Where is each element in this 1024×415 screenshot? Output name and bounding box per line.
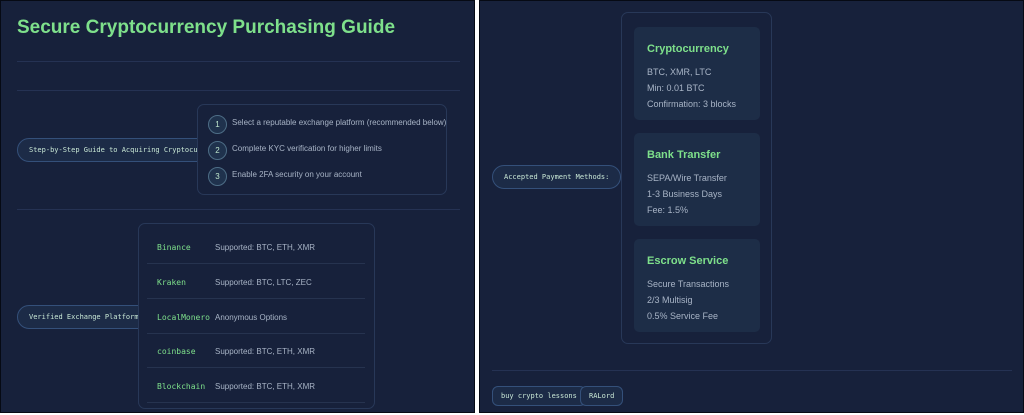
payment-label[interactable]: Accepted Payment Methods: — [492, 165, 622, 189]
card-line: SEPA/Wire Transfer — [647, 173, 727, 183]
divider — [17, 90, 460, 91]
card-line: Confirmation: 3 blocks — [647, 99, 737, 109]
exchange-desc: Anonymous Options — [215, 313, 288, 322]
payment-methods-box: Cryptocurrency BTC, XMR, LTC Min: 0.01 B… — [621, 12, 772, 344]
divider — [17, 209, 460, 210]
card-title: Cryptocurrency — [647, 43, 729, 55]
card-title: Bank Transfer — [647, 149, 721, 161]
row-divider — [147, 263, 365, 264]
row-divider — [147, 298, 365, 299]
payment-card-bank[interactable]: Bank Transfer SEPA/Wire Transfer 1-3 Bus… — [634, 133, 760, 226]
exchange-name[interactable]: coinbase — [157, 347, 196, 356]
card-line: Secure Transactions — [647, 279, 730, 289]
card-line: BTC, XMR, LTC — [647, 67, 712, 77]
card-line: Fee: 1.5% — [647, 205, 689, 215]
exchange-name[interactable]: LocalMonero — [157, 313, 210, 322]
steps-box: 1 Select a reputable exchange platform (… — [197, 104, 447, 195]
footer-tag[interactable]: buy crypto lessons — [492, 386, 586, 406]
payment-card-escrow[interactable]: Escrow Service Secure Transactions 2/3 M… — [634, 239, 760, 332]
exchange-row[interactable]: Kraken Supported: BTC, LTC, ZEC — [147, 266, 365, 299]
page-title: Secure Cryptocurrency Purchasing Guide — [17, 17, 396, 38]
right-panel: Accepted Payment Methods: Cryptocurrency… — [479, 0, 1024, 413]
exchange-row[interactable]: Blockchain Supported: BTC, ETH, XMR — [147, 370, 365, 403]
left-panel: Secure Cryptocurrency Purchasing Guide S… — [0, 0, 475, 413]
step-number: 3 — [208, 167, 227, 186]
exchange-desc: Supported: BTC, ETH, XMR — [215, 382, 316, 391]
exchanges-box: Binance Supported: BTC, ETH, XMR Kraken … — [138, 223, 375, 409]
exchange-desc: Supported: BTC, ETH, XMR — [215, 243, 316, 252]
row-divider — [147, 367, 365, 368]
exchange-row[interactable]: Binance Supported: BTC, ETH, XMR — [147, 231, 365, 264]
exchange-name[interactable]: Kraken — [157, 278, 186, 287]
exchange-row[interactable]: LocalMonero Anonymous Options — [147, 301, 365, 334]
exchange-name[interactable]: Blockchain — [157, 382, 205, 391]
exchange-row[interactable]: coinbase Supported: BTC, ETH, XMR — [147, 335, 365, 368]
exchange-desc: Supported: BTC, ETH, XMR — [215, 347, 316, 356]
card-line: Min: 0.01 BTC — [647, 83, 705, 93]
card-title: Escrow Service — [647, 255, 729, 267]
divider — [492, 370, 1012, 371]
row-divider — [147, 402, 365, 403]
step-text: Enable 2FA security on your account — [232, 170, 362, 179]
exchange-desc: Supported: BTC, LTC, ZEC — [215, 278, 312, 287]
card-line: 1-3 Business Days — [647, 189, 723, 199]
row-divider — [147, 333, 365, 334]
card-line: 2/3 Multisig — [647, 295, 693, 305]
exchange-name[interactable]: Binance — [157, 243, 191, 252]
payment-card-crypto[interactable]: Cryptocurrency BTC, XMR, LTC Min: 0.01 B… — [634, 27, 760, 120]
footer-tag[interactable]: RALord — [580, 386, 624, 406]
card-line: 0.5% Service Fee — [647, 311, 719, 321]
step-number: 2 — [208, 141, 227, 160]
divider — [17, 61, 460, 62]
step-text: Complete KYC verification for higher lim… — [232, 144, 382, 153]
step-text: Select a reputable exchange platform (re… — [232, 118, 447, 127]
step-number: 1 — [208, 115, 227, 134]
